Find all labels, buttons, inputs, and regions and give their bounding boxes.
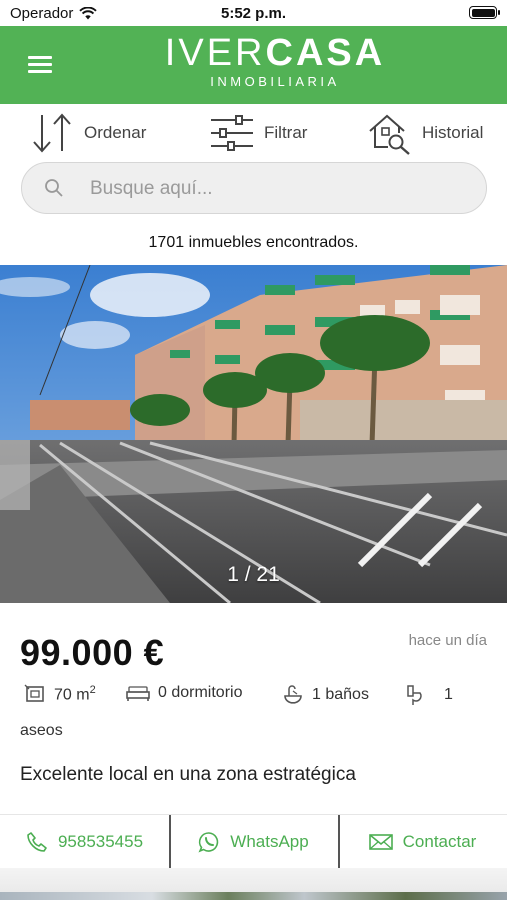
filter-label: Filtrar [264,123,308,142]
feature-rooms: 0 dormitorio [126,684,242,702]
toilets-count: 1 [444,686,453,703]
whatsapp-icon [198,831,219,853]
photo-counter: 1 / 21 [227,563,280,586]
history-label: Historial [422,123,484,142]
toolbar: Ordenar Filtrar Historial [0,104,507,160]
toilets-label: aseos [20,722,63,739]
clock: 5:52 p.m. [220,5,287,22]
results-count: 1701 inmuebles encontrados. [148,234,359,251]
baths-value: 1 baños [312,686,369,703]
history-button[interactable]: Historial [368,110,483,156]
feature-toilets: 1 [406,684,453,706]
contact-button[interactable]: Contactar [338,815,507,868]
phone-icon [27,831,47,852]
menu-icon[interactable] [28,56,52,74]
search-input[interactable] [90,173,460,205]
area-value: 70 m2 [54,684,96,704]
bed-icon [126,686,150,701]
sort-button[interactable]: Ordenar [30,110,146,156]
history-house-icon [369,114,410,155]
filter-icon [211,115,253,151]
mail-icon [368,833,393,850]
search-bar[interactable] [21,162,487,214]
listing-description: Excelente local en una zona estratégica [20,764,356,785]
call-button[interactable]: 958535455 [0,815,169,868]
status-bar: Operador 5:52 p.m. [0,0,507,26]
area-icon [24,684,44,702]
phone-number: 958535455 [57,831,144,851]
feature-baths: 1 baños [282,684,369,706]
logo-subtitle: INMOBILIARIA [210,74,340,89]
search-icon [45,179,63,197]
contact-actions: 958535455 WhatsApp Contactar [0,814,507,868]
sort-label: Ordenar [84,123,147,142]
whatsapp-label: WhatsApp [230,831,309,851]
toilet-icon [407,685,422,705]
bath-icon [284,685,302,704]
brand-logo: IVERCASA INMOBILIARIA [150,30,400,100]
contact-label: Contactar [402,831,477,851]
card-separator [0,868,507,892]
logo-text: IVERCASA [164,32,386,74]
listing-photo[interactable]: 1 / 21 [0,265,507,603]
listing-date: hace un día [408,632,487,649]
feature-area: 70 m2 [24,684,96,704]
app-header: IVERCASA INMOBILIARIA [0,26,507,104]
sort-icon [33,113,71,153]
battery-icon [469,6,500,19]
next-listing-photo[interactable] [0,892,507,900]
whatsapp-button[interactable]: WhatsApp [169,815,338,868]
filter-button[interactable]: Filtrar [210,110,307,156]
rooms-value: 0 dormitorio [158,684,243,701]
street-photo [0,265,507,603]
listing-price: 99.000 € [20,632,165,673]
